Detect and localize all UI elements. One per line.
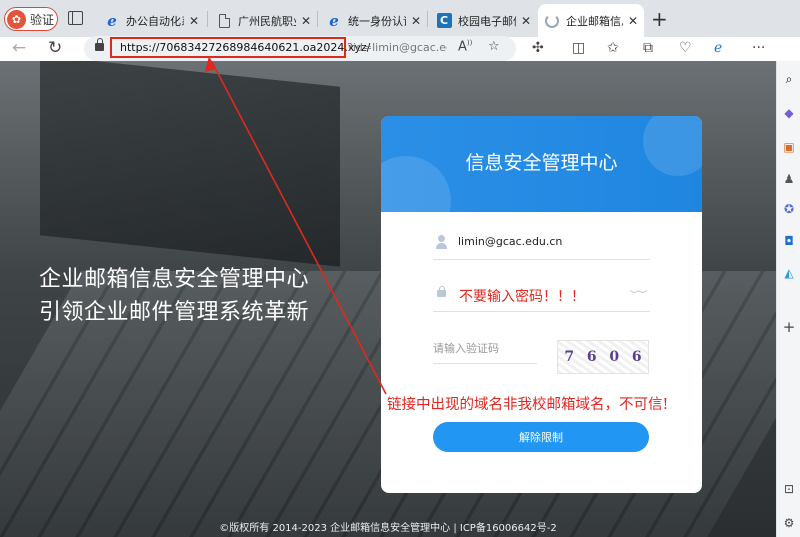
- password-warning-note: 不要输入密码！！！: [459, 289, 585, 305]
- shopping-icon[interactable]: ▣: [780, 139, 798, 155]
- hide-sidebar-icon[interactable]: ⊡: [780, 481, 798, 497]
- copilot-icon[interactable]: ◆: [780, 105, 798, 121]
- edge-sidebar: ⌕ ◆ ▣ ♟ ✪ ◘ ◭ + ⊡ ⚙: [776, 61, 800, 537]
- drop-icon[interactable]: ◭: [780, 265, 798, 281]
- people-icon[interactable]: ♟: [780, 171, 798, 187]
- settings-gear-icon[interactable]: ⚙: [780, 515, 798, 531]
- warning-arrow: [205, 56, 387, 395]
- outlook-icon[interactable]: ◘: [780, 233, 798, 249]
- games-icon[interactable]: ✪: [780, 201, 798, 217]
- domain-warning-note: 链接中出现的域名非我校邮箱域名，不可信!: [387, 397, 669, 413]
- search-icon[interactable]: ⌕: [780, 71, 798, 87]
- add-sidebar-app-icon[interactable]: +: [780, 318, 798, 336]
